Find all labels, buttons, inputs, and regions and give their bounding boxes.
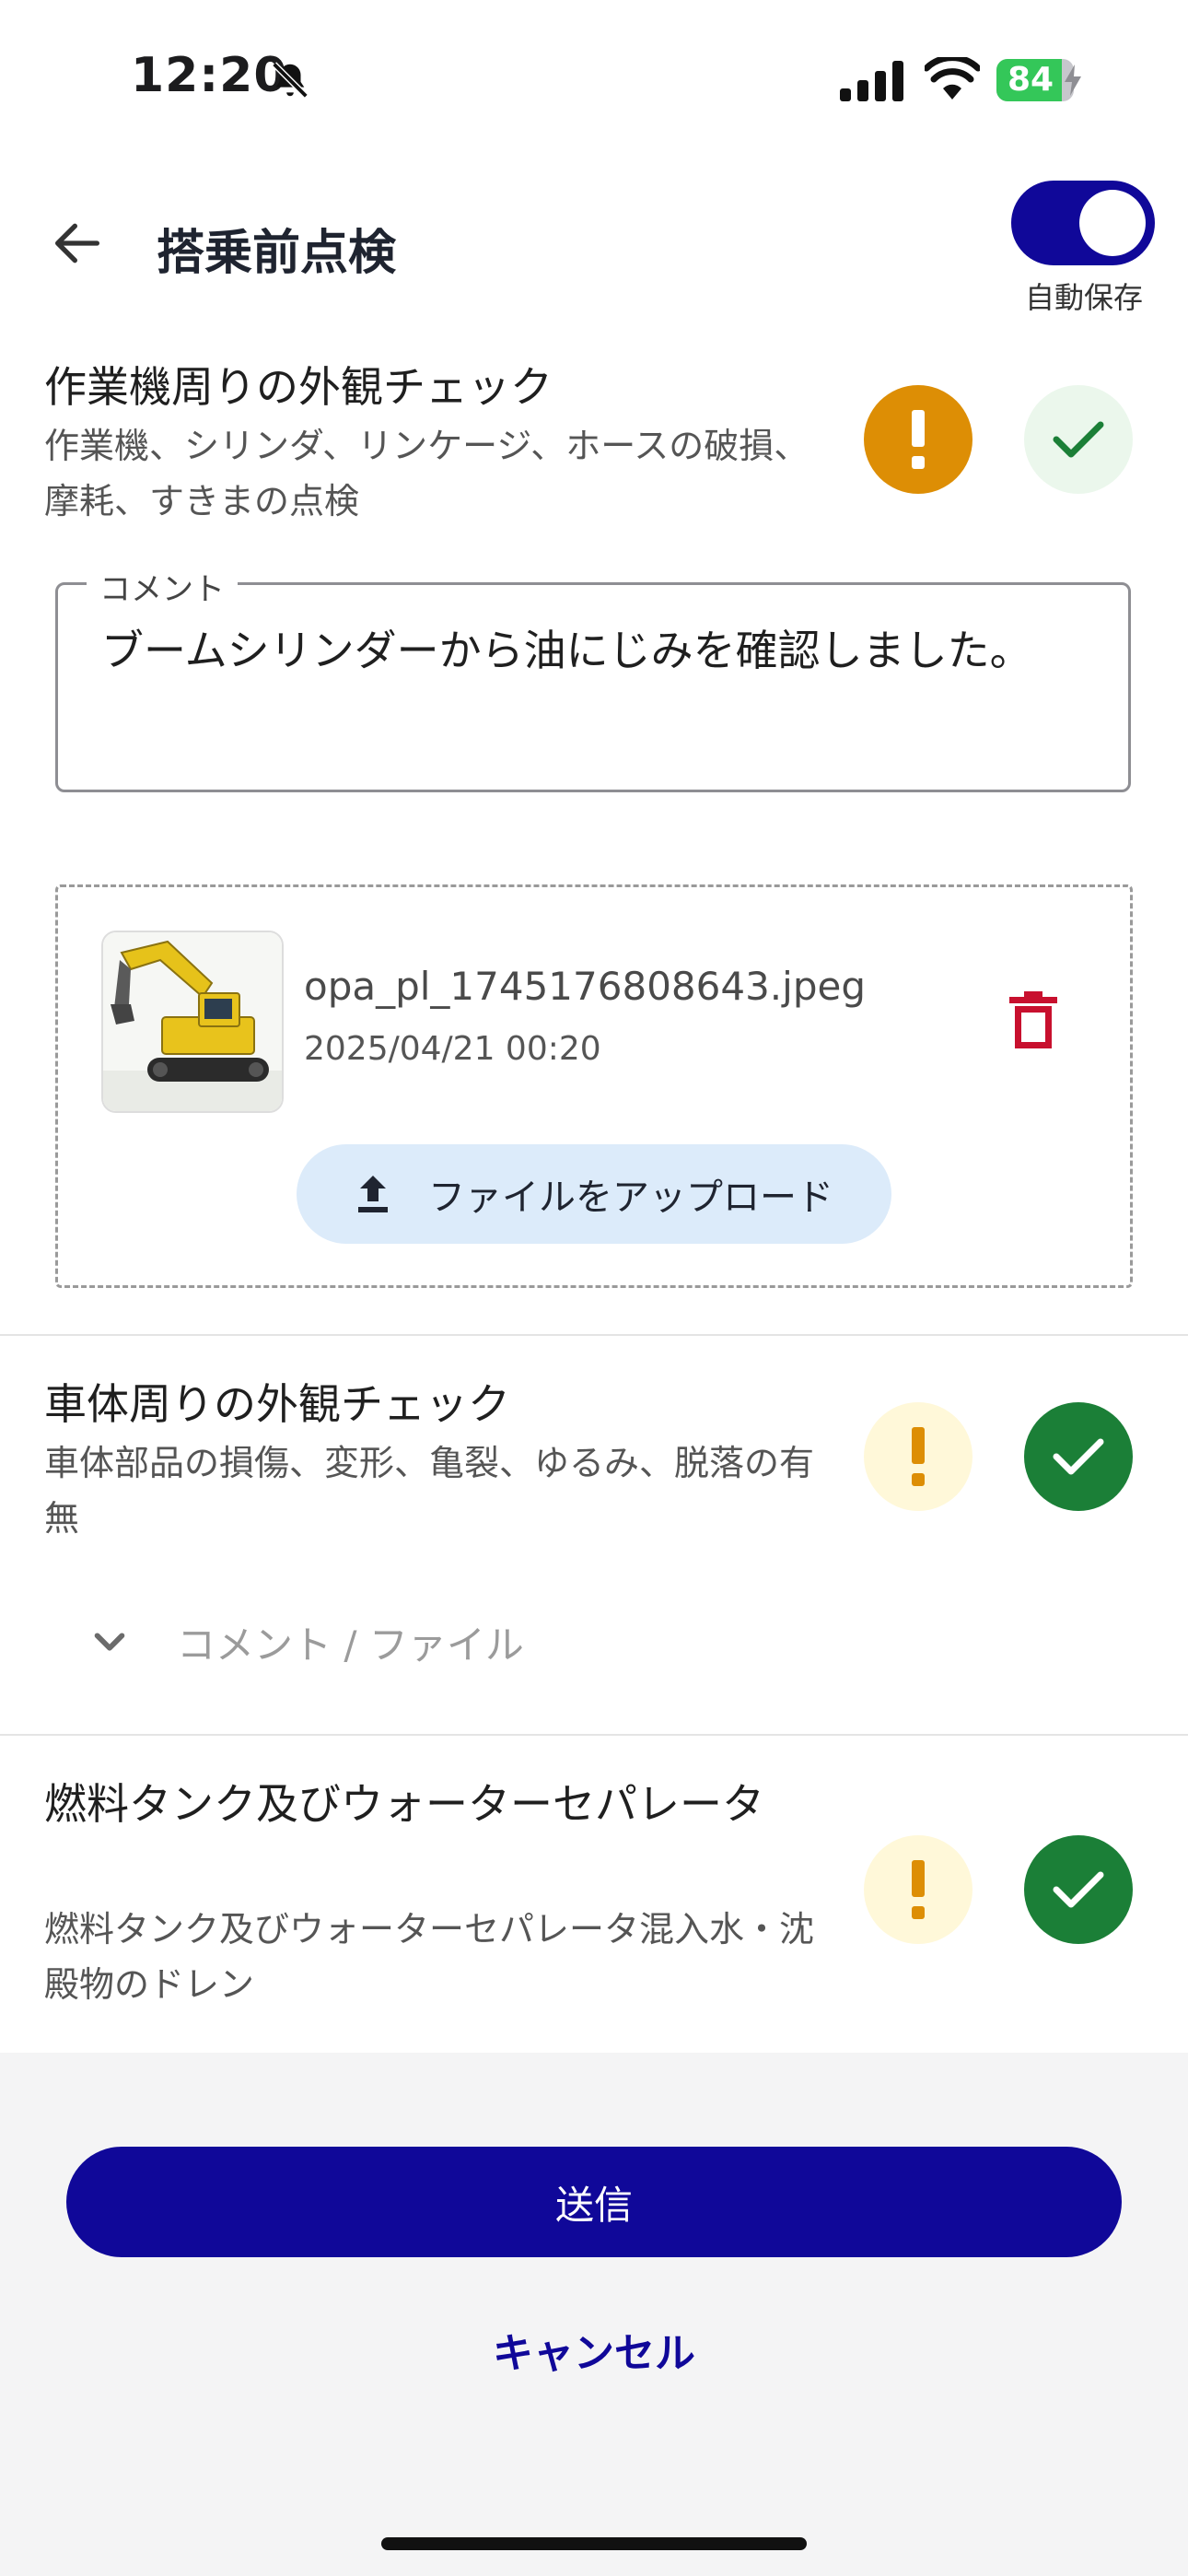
back-arrow-icon[interactable] bbox=[48, 214, 107, 273]
ok-button[interactable] bbox=[1024, 1835, 1133, 1944]
item-description: 燃料タンク及びウォーターセパレータ混入水・沈殿物のドレン bbox=[44, 1909, 815, 2005]
bell-off-icon bbox=[272, 62, 309, 99]
charging-bolt-icon bbox=[1065, 64, 1081, 96]
chevron-down-icon bbox=[94, 1632, 125, 1651]
status-time: 12:20 bbox=[131, 48, 288, 103]
warning-button[interactable] bbox=[864, 1835, 973, 1944]
upload-button-label: ファイルをアップロード bbox=[428, 1177, 833, 1219]
item-description: 作業機、シリンダ、リンケージ、ホースの破損、摩耗、すきまの点検 bbox=[44, 426, 809, 521]
upload-icon bbox=[358, 1176, 388, 1212]
file-thumbnail[interactable] bbox=[101, 931, 284, 1113]
comment-field[interactable] bbox=[55, 582, 1131, 792]
footer-panel bbox=[0, 2053, 1188, 2576]
toggle-knob bbox=[1079, 190, 1146, 256]
checkmark-icon bbox=[1053, 421, 1104, 458]
comment-field-label: コメント bbox=[87, 564, 238, 609]
item-title: 燃料タンク及びウォーターセパレータ bbox=[44, 1779, 764, 1829]
comment-text[interactable]: ブームシリンダーから油にじみを確認しました。 bbox=[101, 617, 1077, 684]
file-date: 2025/04/21 00:20 bbox=[304, 1030, 601, 1068]
battery-level-text: 84 bbox=[1007, 61, 1054, 99]
exclamation-icon bbox=[912, 1427, 925, 1486]
comment-file-expander[interactable]: コメント / ファイル bbox=[88, 1614, 524, 1670]
checkmark-icon bbox=[1053, 1871, 1104, 1908]
exclamation-icon bbox=[912, 1860, 925, 1919]
ok-button[interactable] bbox=[1024, 385, 1133, 494]
cancel-button[interactable]: キャンセル bbox=[0, 2320, 1188, 2379]
submit-button[interactable]: 送信 bbox=[66, 2147, 1122, 2257]
auto-save-label: 自動保存 bbox=[1024, 280, 1143, 315]
auto-save-toggle[interactable] bbox=[1011, 181, 1155, 265]
upload-file-button[interactable]: ファイルをアップロード bbox=[297, 1144, 891, 1244]
delete-icon[interactable] bbox=[1007, 991, 1059, 1048]
file-name: opa_pl_1745176808643.jpeg bbox=[304, 964, 866, 1009]
cellular-signal-icon bbox=[840, 61, 903, 101]
warning-button[interactable] bbox=[864, 1402, 973, 1511]
home-indicator bbox=[381, 2537, 807, 2550]
battery-indicator: 84 bbox=[996, 59, 1083, 101]
ok-button[interactable] bbox=[1024, 1402, 1133, 1511]
item-title: 作業機周りの外観チェック bbox=[44, 362, 553, 412]
divider bbox=[0, 1334, 1188, 1336]
expander-label: コメント / ファイル bbox=[177, 1622, 524, 1668]
exclamation-icon bbox=[912, 410, 925, 469]
page-title: 搭乗前点検 bbox=[157, 226, 397, 281]
item-title: 車体周りの外観チェック bbox=[44, 1379, 510, 1429]
checkmark-icon bbox=[1053, 1438, 1104, 1475]
excavator-image bbox=[103, 932, 282, 1111]
divider bbox=[0, 1734, 1188, 1736]
wifi-icon bbox=[925, 57, 980, 100]
warning-button[interactable] bbox=[864, 385, 973, 494]
item-description: 車体部品の損傷、変形、亀裂、ゆるみ、脱落の有無 bbox=[44, 1443, 815, 1539]
